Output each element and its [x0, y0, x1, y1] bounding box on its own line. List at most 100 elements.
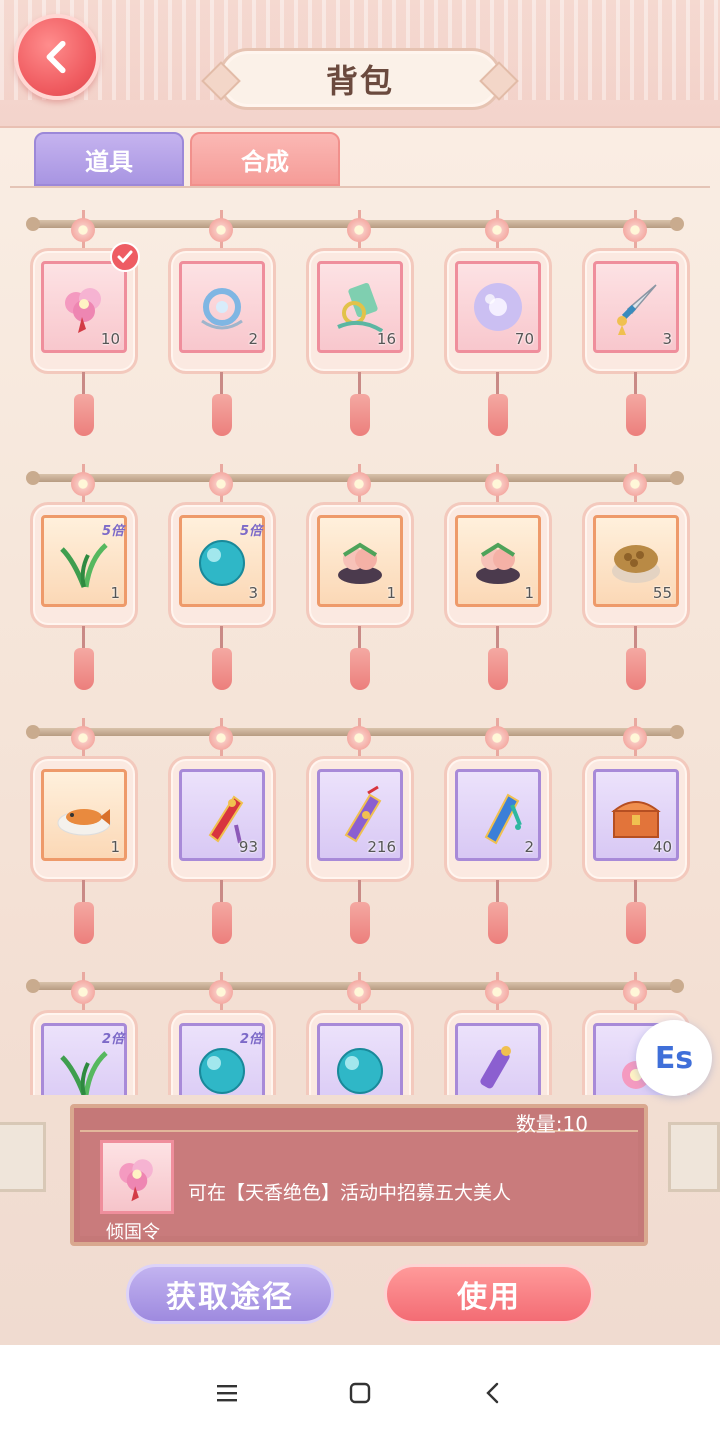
peach-basket-icon [338, 542, 382, 584]
item-slot[interactable]: 16 [306, 210, 414, 436]
orchid-herb-icon [60, 1051, 108, 1095]
multiplier-badge: 2倍 [101, 1032, 124, 1047]
tassel [350, 902, 370, 944]
floating-assistant-label: Es [654, 1040, 694, 1076]
item-slot[interactable]: 216 [306, 718, 414, 944]
item-frame: 93 [168, 756, 276, 882]
item-slot[interactable]: 40 [582, 718, 690, 944]
item-slot[interactable]: 55 [582, 464, 690, 690]
flower-knot-icon [347, 980, 371, 1004]
item-tile: 1 [41, 769, 127, 861]
item-tile: 70 [455, 261, 541, 353]
back-chevron-icon [486, 1382, 499, 1403]
item-count: 1 [110, 838, 120, 856]
flower-knot-icon [347, 472, 371, 496]
item-frame: 5倍 1 [30, 502, 138, 628]
green-scroll-ring-icon [337, 282, 384, 333]
tab-divider [10, 186, 710, 188]
item-slot[interactable]: 70 [444, 210, 552, 436]
get-source-button[interactable]: 获取途径 [126, 1264, 334, 1324]
purple-jade-disc-icon [474, 283, 522, 331]
item-frame: 16 [306, 248, 414, 374]
flower-knot-icon [71, 726, 95, 750]
item-slot[interactable]: 1 [444, 464, 552, 690]
fish-dish-icon [57, 809, 111, 836]
item-frame: 40 [582, 756, 690, 882]
tab-items[interactable]: 道具 [34, 132, 184, 186]
item-tile: 55 [593, 515, 679, 607]
item-count: 1 [110, 584, 120, 602]
item-slot[interactable]: 10 [30, 210, 140, 436]
item-slot[interactable]: 93 [168, 718, 276, 944]
tassel [74, 394, 94, 436]
header: 背包 [0, 0, 720, 128]
item-count: 55 [652, 584, 672, 602]
flower-knot-icon [623, 980, 647, 1004]
back-button[interactable] [14, 14, 100, 100]
floating-assistant-button[interactable]: Es [636, 1020, 712, 1096]
item-frame: 5倍 3 [168, 502, 276, 628]
multiplier-badge: 2倍 [239, 1032, 262, 1047]
item-frame: 2倍 [30, 1010, 138, 1095]
tab-synthesis[interactable]: 合成 [190, 132, 340, 186]
blue-sachet-icon [484, 793, 522, 845]
get-source-label: 获取途径 [166, 1280, 294, 1315]
tassel [74, 902, 94, 944]
item-slot[interactable]: 2倍 [168, 972, 276, 1095]
menu-nav-button[interactable] [207, 1373, 247, 1413]
item-count: 3 [248, 584, 258, 602]
treasure-chest-icon [611, 801, 661, 838]
walnut-basket-icon [612, 545, 660, 583]
item-tile: 1 [317, 515, 403, 607]
use-label: 使用 [457, 1280, 521, 1315]
item-frame: 2 [168, 248, 276, 374]
item-count: 40 [652, 838, 672, 856]
item-tile: 40 [593, 769, 679, 861]
flower-knot-icon [485, 980, 509, 1004]
item-slot[interactable]: 5倍 1 [30, 464, 138, 690]
item-slot[interactable]: 2倍 [30, 972, 138, 1095]
item-count: 2 [248, 330, 258, 348]
dagger-icon [617, 284, 657, 335]
flower-knot-icon [347, 218, 371, 242]
tab-items-label: 道具 [85, 147, 133, 176]
item-slot[interactable]: 2 [168, 210, 276, 436]
tassel [74, 648, 94, 690]
item-slot[interactable]: 1 [306, 464, 414, 690]
use-button[interactable]: 使用 [384, 1264, 594, 1324]
item-count: 216 [367, 838, 396, 856]
tassel [350, 648, 370, 690]
tassel [488, 648, 508, 690]
item-slot[interactable] [444, 972, 552, 1095]
flower-knot-icon [209, 726, 233, 750]
item-frame: 70 [444, 248, 552, 374]
left-decoration [0, 1122, 46, 1192]
item-slot[interactable] [306, 972, 414, 1095]
item-slot[interactable]: 5倍 3 [168, 464, 276, 690]
item-name: 倾国令 [106, 1222, 160, 1243]
home-nav-button[interactable] [340, 1373, 380, 1413]
flower-knot-icon [71, 472, 95, 496]
flower-knot-icon [209, 218, 233, 242]
tassel [212, 648, 232, 690]
flower-knot-icon [71, 980, 95, 1004]
tab-synthesis-label: 合成 [241, 147, 289, 176]
item-grid: 10 2 16 70 3 5倍 1 5倍 3 1 1 55 1 93 216 2 40 2倍 2倍 [0, 190, 720, 1095]
item-tile: 16 [317, 261, 403, 353]
item-slot[interactable]: 2 [444, 718, 552, 944]
item-slot[interactable]: 3 [582, 210, 690, 436]
item-frame: 1 [444, 502, 552, 628]
tassel [626, 648, 646, 690]
back-nav-button[interactable] [473, 1373, 513, 1413]
flower-knot-icon [71, 218, 95, 242]
item-slot[interactable]: 1 [30, 718, 138, 944]
item-frame [444, 1010, 552, 1095]
item-count: 93 [238, 838, 258, 856]
item-frame: 2倍 [168, 1010, 276, 1095]
purple-scroll-icon [480, 1046, 511, 1089]
item-tile: 3 [593, 261, 679, 353]
item-quantity: 数量:10 [515, 1112, 588, 1136]
peach-basket-icon [476, 542, 520, 584]
page-title: 背包 [325, 62, 394, 100]
flower-knot-icon [623, 472, 647, 496]
